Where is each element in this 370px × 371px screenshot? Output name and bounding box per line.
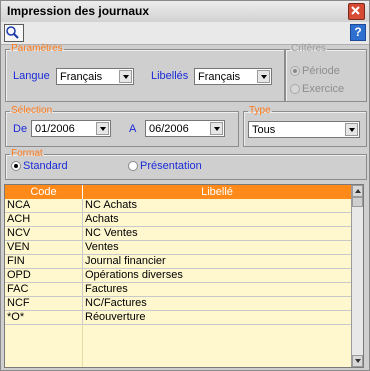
code-cell: VEN	[7, 241, 30, 253]
libelles-value: Français	[198, 71, 241, 83]
close-icon	[351, 6, 360, 15]
table-row[interactable]: OPD Opérations diverses	[5, 269, 351, 283]
table-row[interactable]: FIN Journal financier	[5, 255, 351, 269]
a-period-select[interactable]: 06/2006	[145, 120, 225, 137]
vertical-scrollbar[interactable]	[351, 185, 363, 367]
langue-label: Langue	[13, 70, 50, 82]
libelles-select[interactable]: Français	[194, 68, 272, 85]
table-row[interactable]: FAC Factures	[5, 283, 351, 297]
table-row[interactable]: ACH Achats	[5, 213, 351, 227]
libelle-cell: NC/Factures	[85, 297, 147, 309]
dialog-window: Impression des journaux ? Paramètres Lan…	[0, 0, 370, 371]
table-row[interactable]: VEN Ventes	[5, 241, 351, 255]
code-cell: *O*	[7, 311, 25, 323]
type-value: Tous	[252, 124, 276, 136]
table-row[interactable]: *O* Réouverture	[5, 311, 351, 325]
type-select[interactable]: Tous	[248, 121, 360, 138]
chevron-down-icon[interactable]	[119, 70, 132, 83]
toolbar: ?	[1, 22, 369, 45]
langue-select[interactable]: Français	[56, 68, 134, 85]
table-row[interactable]: NCV NC Ventes	[5, 227, 351, 241]
chevron-down-icon[interactable]	[210, 122, 223, 135]
libelle-cell: Achats	[85, 213, 119, 225]
column-header-code[interactable]: Code	[5, 185, 83, 199]
table-body: NCA NC Achats ACH Achats NCV NC Ventes VEN V…	[5, 199, 351, 325]
scroll-up-button[interactable]	[352, 185, 363, 197]
table-row[interactable]: NCF NC/Factures	[5, 297, 351, 311]
code-cell: NCF	[7, 297, 30, 309]
a-label: A	[129, 123, 137, 135]
de-period-select[interactable]: 01/2006	[31, 120, 111, 137]
title-bar: Impression des journaux	[1, 1, 369, 23]
journals-table[interactable]: Code Libellé NCA NC Achats ACH Achats NCV N…	[4, 184, 364, 368]
libelle-cell: Ventes	[85, 241, 119, 253]
periode-radio[interactable]	[290, 66, 300, 76]
presentation-label: Présentation	[140, 160, 202, 172]
code-cell: FAC	[7, 283, 29, 295]
magnifier-icon	[6, 26, 19, 39]
table-row[interactable]: NCA NC Achats	[5, 199, 351, 213]
libelle-cell: Opérations diverses	[85, 269, 183, 281]
close-button[interactable]	[348, 3, 365, 20]
chevron-down-icon[interactable]	[345, 123, 358, 136]
code-cell: NCV	[7, 227, 31, 239]
de-value: 01/2006	[35, 123, 75, 135]
selection-legend: Sélection	[11, 105, 53, 116]
table-header: Code Libellé	[5, 185, 351, 199]
libelle-cell: NC Ventes	[85, 227, 138, 239]
libelle-cell: Journal financier	[85, 255, 166, 267]
presentation-radio[interactable]	[128, 161, 138, 171]
exercice-radio[interactable]	[290, 84, 300, 94]
standard-radio[interactable]	[11, 161, 21, 171]
column-header-libelle[interactable]: Libellé	[83, 185, 351, 199]
search-button[interactable]	[4, 24, 24, 42]
libelles-label: Libellés	[151, 70, 189, 82]
window-title: Impression des journaux	[7, 4, 150, 18]
periode-label: Période	[302, 65, 340, 77]
libelle-cell: Réouverture	[85, 311, 146, 323]
code-cell: FIN	[7, 255, 25, 267]
format-legend: Format	[11, 148, 43, 159]
libelle-cell: NC Achats	[85, 199, 137, 211]
type-legend: Type	[249, 105, 271, 116]
a-value: 06/2006	[149, 123, 189, 135]
chevron-down-icon[interactable]	[96, 122, 109, 135]
libelle-cell: Factures	[85, 283, 128, 295]
standard-label: Standard	[23, 160, 68, 172]
de-label: De	[13, 123, 28, 135]
help-button[interactable]: ?	[350, 24, 366, 41]
exercice-label: Exercice	[302, 83, 345, 95]
code-cell: OPD	[7, 269, 31, 281]
scroll-thumb[interactable]	[352, 197, 363, 207]
code-cell: NCA	[7, 199, 31, 211]
criteres-legend: Critères	[291, 43, 327, 54]
langue-value: Français	[60, 71, 103, 83]
parametres-legend: Paramètres	[11, 43, 63, 54]
code-cell: ACH	[7, 213, 31, 225]
chevron-down-icon[interactable]	[257, 70, 270, 83]
scroll-down-button[interactable]	[352, 355, 363, 367]
